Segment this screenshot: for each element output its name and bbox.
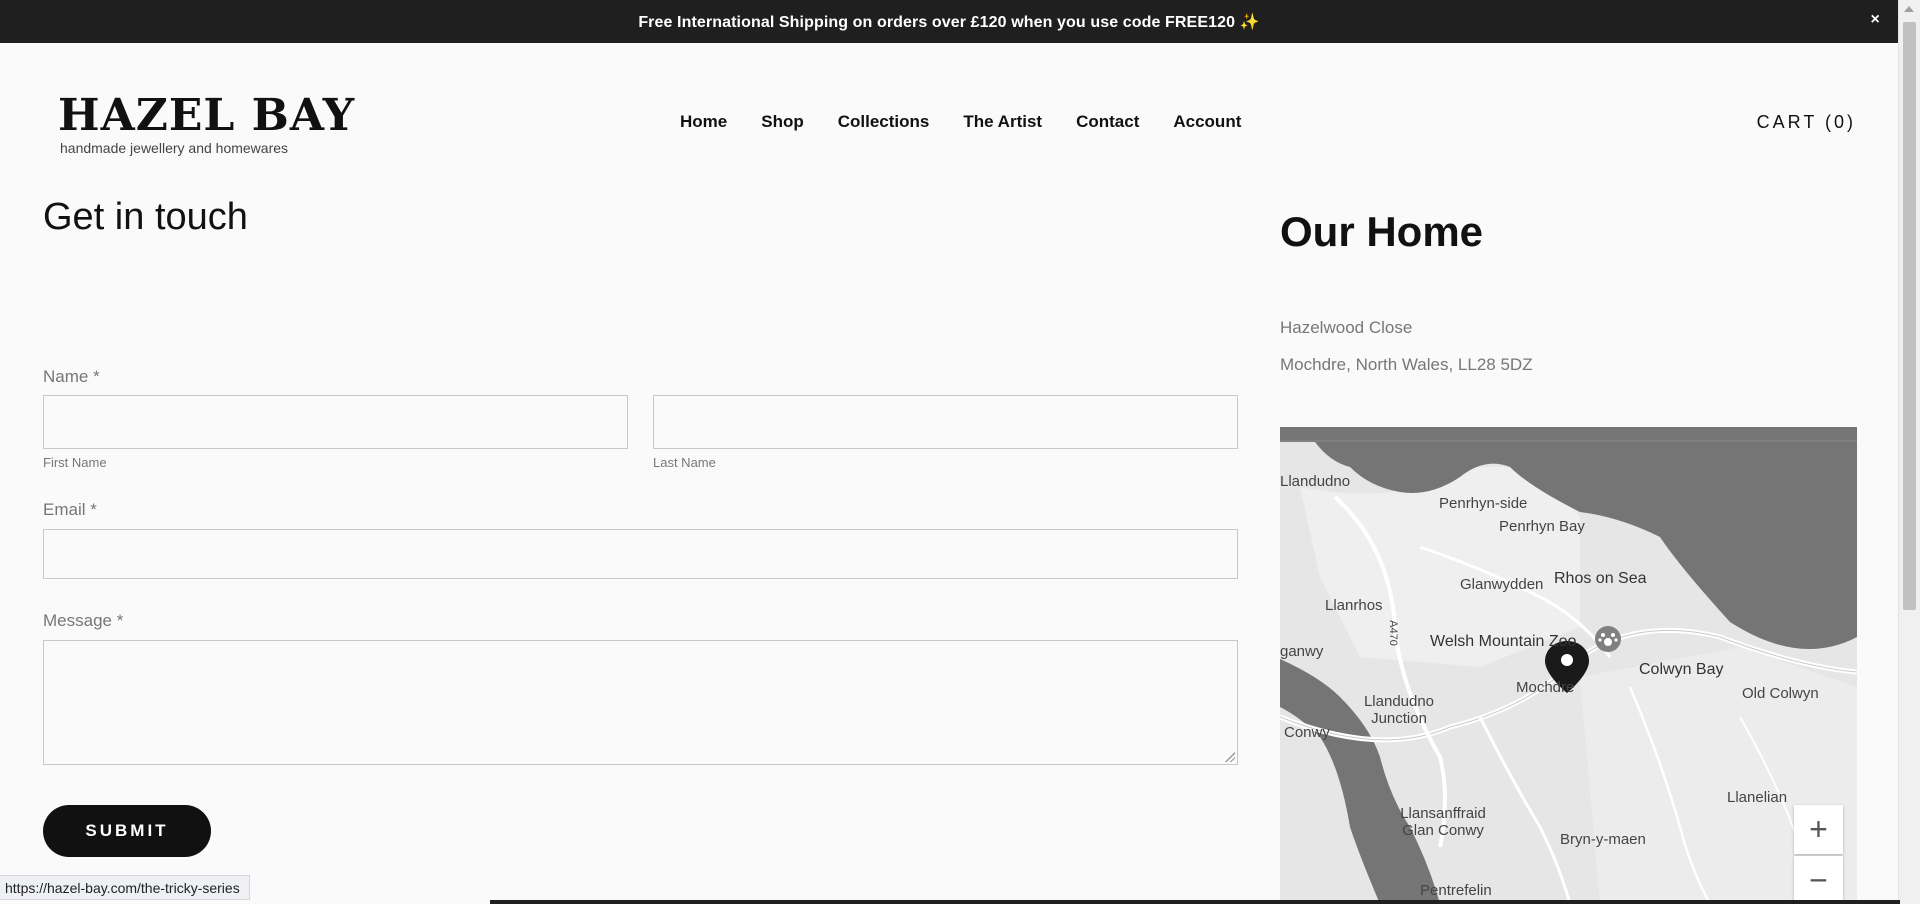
scroll-up-icon[interactable] — [1904, 6, 1914, 12]
map-label: Penrhyn Bay — [1499, 518, 1585, 535]
nav-account[interactable]: Account — [1173, 112, 1241, 132]
message-field[interactable] — [43, 640, 1238, 765]
name-label: Name * — [43, 367, 100, 386]
submit-button[interactable]: SUBMIT — [43, 805, 211, 857]
map-label: Llandudno Junction — [1363, 693, 1435, 727]
nav-collections[interactable]: Collections — [838, 112, 930, 132]
map-label: Mochdre — [1516, 679, 1575, 696]
cart-link[interactable]: CART (0) — [1757, 112, 1856, 133]
last-name-sublabel: Last Name — [653, 455, 716, 470]
message-label: Message * — [43, 611, 124, 630]
email-field[interactable] — [43, 529, 1238, 579]
nav-home[interactable]: Home — [680, 112, 727, 132]
nav-shop[interactable]: Shop — [761, 112, 804, 132]
nav-contact[interactable]: Contact — [1076, 112, 1139, 132]
message-textarea[interactable] — [44, 641, 1237, 764]
scrollbar-thumb[interactable] — [1903, 22, 1916, 610]
map-label: Llansanffraid Glan Conwy — [1400, 805, 1486, 839]
map-label: Conwy — [1284, 724, 1330, 741]
zoom-out-button[interactable]: − — [1794, 856, 1843, 904]
email-label: Email * — [43, 500, 97, 519]
close-icon[interactable]: × — [1871, 11, 1880, 29]
email-input[interactable] — [44, 530, 1237, 578]
map-label: Llanelian — [1727, 789, 1788, 806]
map-label: Rhos on Sea — [1554, 570, 1647, 587]
map-label: Colwyn Bay — [1639, 661, 1724, 678]
map-label: Penrhyn-side — [1439, 495, 1528, 512]
zoom-in-button[interactable]: + — [1794, 805, 1843, 854]
brand-name: HAZEL BAY — [58, 90, 356, 141]
nav-the-artist[interactable]: The Artist — [963, 112, 1042, 132]
map-label: Old Colwyn — [1742, 685, 1819, 702]
address-line-2: Mochdre, North Wales, LL28 5DZ — [1280, 355, 1533, 374]
location-map[interactable]: Llandudno Penrhyn-side Penrhyn Bay Glanw… — [1280, 427, 1857, 904]
first-name-sublabel: First Name — [43, 455, 107, 470]
map-label: Llanrhos — [1325, 597, 1383, 614]
map-label: Glanwydden — [1460, 576, 1544, 593]
address-line-1: Hazelwood Close — [1280, 318, 1413, 337]
main-nav: Home Shop Collections The Artist Contact… — [680, 112, 1241, 132]
first-name-field[interactable] — [43, 395, 628, 449]
announcement-bar: Free International Shipping on orders ov… — [0, 0, 1898, 43]
last-name-field[interactable] — [653, 395, 1238, 449]
map-label: ganwy — [1280, 643, 1324, 660]
site-logo[interactable]: HAZEL BAY handmade jewellery and homewar… — [58, 90, 356, 157]
brand-tagline: handmade jewellery and homewares — [60, 140, 289, 156]
bottom-divider — [490, 900, 1900, 904]
last-name-input[interactable] — [654, 396, 1237, 448]
announcement-text: Free International Shipping on orders ov… — [638, 13, 1260, 31]
link-status-bar: https://hazel-bay.com/the-tricky-series — [0, 875, 250, 900]
our-home-heading: Our Home — [1280, 208, 1484, 255]
first-name-input[interactable] — [44, 396, 627, 448]
map-label: Pentrefelin — [1420, 882, 1492, 899]
zoo-paw-icon — [1595, 626, 1621, 652]
resize-handle-icon[interactable] — [1225, 752, 1235, 762]
map-label: Llandudno — [1280, 473, 1351, 490]
map-label: Welsh Mountain Zoo — [1430, 633, 1577, 650]
map-label: Bryn-y-maen — [1560, 831, 1646, 848]
map-label: A470 — [1386, 620, 1399, 646]
page-scrollbar[interactable] — [1898, 0, 1920, 904]
page-title: Get in touch — [43, 196, 248, 238]
